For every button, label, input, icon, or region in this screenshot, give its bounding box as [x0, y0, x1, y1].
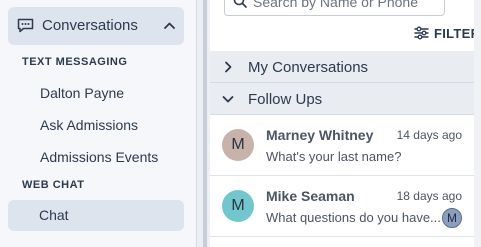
message-preview: What questions do you have... [266, 210, 441, 225]
contact-name: Marney Whitney [266, 127, 374, 143]
search-input[interactable] [253, 0, 433, 11]
chevron-down-icon [222, 96, 234, 103]
sliders-icon [414, 26, 429, 40]
group-label: My Conversations [248, 59, 369, 76]
conversation-item-mike-seaman[interactable]: M Mike Seaman 18 days ago What questions… [210, 177, 474, 237]
nav-item-chat[interactable]: Chat [8, 200, 184, 231]
search-icon [233, 0, 247, 8]
nav-item-chat-label: Chat [39, 207, 69, 223]
nav-item-dalton-payne[interactable]: Dalton Payne [40, 85, 124, 101]
sidebar-scrollbar[interactable] [203, 0, 207, 247]
filter-button[interactable]: FILTER [414, 24, 480, 42]
conversations-nav-header[interactable]: Conversations [8, 7, 184, 45]
section-label-web-chat: WEB CHAT [22, 179, 85, 191]
sidebar: Conversations TEXT MESSAGING Dalton Payn… [0, 0, 196, 247]
group-label: Follow Ups [248, 91, 323, 108]
section-label-text-messaging: TEXT MESSAGING [22, 56, 128, 68]
timestamp: 14 days ago [396, 128, 462, 142]
contact-name: Mike Seaman [266, 188, 355, 204]
conversation-item-marney-whitney[interactable]: M Marney Whitney 14 days ago What's your… [210, 116, 474, 176]
search-box[interactable] [224, 0, 445, 16]
chevron-up-icon[interactable] [163, 19, 176, 32]
timestamp: 18 days ago [396, 189, 462, 203]
chat-bubble-icon [17, 18, 34, 33]
avatar: M [222, 129, 254, 161]
group-follow-ups[interactable]: Follow Ups [210, 83, 474, 115]
group-my-conversations[interactable]: My Conversations [210, 51, 474, 83]
assigned-agent-avatar: M [442, 208, 462, 228]
message-preview: What's your last name? [266, 149, 402, 164]
nav-item-ask-admissions[interactable]: Ask Admissions [40, 117, 138, 133]
conversations-nav-title: Conversations [42, 17, 138, 34]
conversation-list-scrollbar[interactable] [474, 0, 481, 247]
nav-item-admissions-events[interactable]: Admissions Events [40, 149, 158, 165]
avatar: M [222, 190, 254, 222]
chevron-right-icon [225, 61, 232, 73]
